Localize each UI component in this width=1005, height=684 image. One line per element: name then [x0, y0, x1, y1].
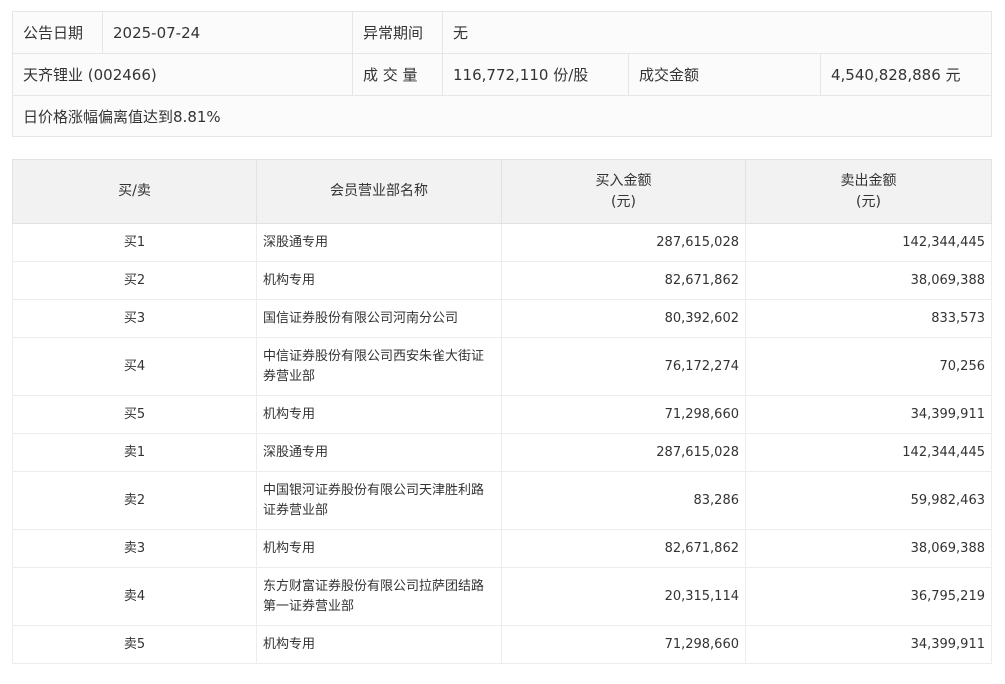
row-side: 卖2 [12, 471, 257, 530]
header-sell-amount: 卖出金额 (元) [745, 159, 992, 224]
row-sell-amount: 59,982,463 [745, 471, 992, 530]
row-sell-amount: 34,399,911 [745, 395, 992, 434]
abnormal-period-label: 异常期间 [352, 11, 443, 54]
row-buy-amount: 82,671,862 [501, 529, 746, 568]
table-row: 卖5 机构专用 71,298,660 34,399,911 [12, 625, 992, 664]
row-member-name: 中国银河证券股份有限公司天津胜利路证券营业部 [256, 471, 502, 530]
table-row: 买2 机构专用 82,671,862 38,069,388 [12, 261, 992, 300]
stock-name: 天齐锂业 (002466) [12, 53, 353, 96]
row-sell-amount: 38,069,388 [745, 261, 992, 300]
row-side: 卖3 [12, 529, 257, 568]
row-side: 卖4 [12, 567, 257, 626]
row-sell-amount: 36,795,219 [745, 567, 992, 626]
abnormal-reason: 日价格涨幅偏离值达到8.81% [12, 95, 992, 137]
table-row: 买5 机构专用 71,298,660 34,399,911 [12, 395, 992, 434]
row-buy-amount: 80,392,602 [501, 299, 746, 338]
row-side: 买4 [12, 337, 257, 396]
row-sell-amount: 34,399,911 [745, 625, 992, 664]
row-sell-amount: 70,256 [745, 337, 992, 396]
turnover-value: 4,540,828,886 元 [820, 53, 992, 96]
row-side: 买3 [12, 299, 257, 338]
row-member-name: 机构专用 [256, 395, 502, 434]
row-side: 买2 [12, 261, 257, 300]
volume-value: 116,772,110 份/股 [442, 53, 629, 96]
row-buy-amount: 83,286 [501, 471, 746, 530]
row-buy-amount: 20,315,114 [501, 567, 746, 626]
row-side: 买5 [12, 395, 257, 434]
table-row: 买4 中信证券股份有限公司西安朱雀大街证券营业部 76,172,274 70,256 [12, 337, 992, 396]
row-buy-amount: 287,615,028 [501, 433, 746, 472]
row-sell-amount: 142,344,445 [745, 433, 992, 472]
turnover-label: 成交金额 [628, 53, 821, 96]
volume-label: 成 交 量 [352, 53, 443, 96]
table-row: 卖2 中国银河证券股份有限公司天津胜利路证券营业部 83,286 59,982,463 [12, 471, 992, 530]
row-member-name: 东方财富证券股份有限公司拉萨团结路第一证券营业部 [256, 567, 502, 626]
header-member: 会员营业部名称 [256, 159, 502, 224]
header-buy-amount: 买入金额 (元) [501, 159, 746, 224]
row-side: 卖1 [12, 433, 257, 472]
trading-members-table: 买/卖 会员营业部名称 买入金额 (元) 卖出金额 (元) 买1 深股通专用 287… [12, 159, 992, 664]
row-member-name: 国信证券股份有限公司河南分公司 [256, 299, 502, 338]
announce-date-label: 公告日期 [12, 11, 103, 54]
table-row: 买1 深股通专用 287,615,028 142,344,445 [12, 223, 992, 262]
table-row: 卖4 东方财富证券股份有限公司拉萨团结路第一证券营业部 20,315,114 36,7… [12, 567, 992, 626]
table-row: 卖1 深股通专用 287,615,028 142,344,445 [12, 433, 992, 472]
row-sell-amount: 833,573 [745, 299, 992, 338]
table-row: 卖3 机构专用 82,671,862 38,069,388 [12, 529, 992, 568]
row-member-name: 机构专用 [256, 529, 502, 568]
row-side: 买1 [12, 223, 257, 262]
row-sell-amount: 38,069,388 [745, 529, 992, 568]
row-buy-amount: 287,615,028 [501, 223, 746, 262]
row-member-name: 深股通专用 [256, 223, 502, 262]
row-side: 卖5 [12, 625, 257, 664]
announcement-info-table: 公告日期 2025-07-24 异常期间 无 天齐锂业 (002466) 成 交… [12, 11, 992, 137]
row-buy-amount: 82,671,862 [501, 261, 746, 300]
row-buy-amount: 71,298,660 [501, 625, 746, 664]
row-sell-amount: 142,344,445 [745, 223, 992, 262]
row-member-name: 机构专用 [256, 625, 502, 664]
row-member-name: 深股通专用 [256, 433, 502, 472]
announce-date-value: 2025-07-24 [102, 11, 353, 54]
table-row: 买3 国信证券股份有限公司河南分公司 80,392,602 833,573 [12, 299, 992, 338]
row-member-name: 机构专用 [256, 261, 502, 300]
header-side: 买/卖 [12, 159, 257, 224]
row-buy-amount: 76,172,274 [501, 337, 746, 396]
row-buy-amount: 71,298,660 [501, 395, 746, 434]
abnormal-period-value: 无 [442, 11, 992, 54]
row-member-name: 中信证券股份有限公司西安朱雀大街证券营业部 [256, 337, 502, 396]
